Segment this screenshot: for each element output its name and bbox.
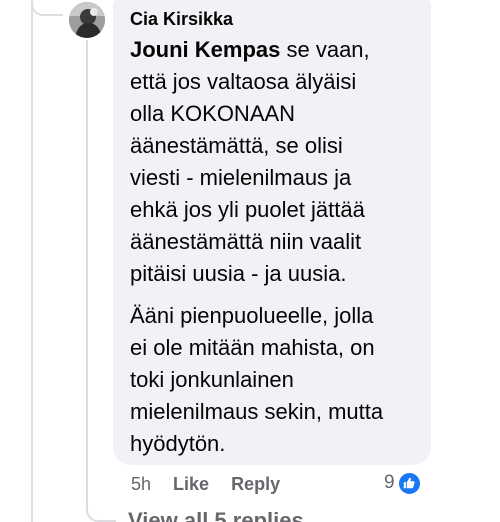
comment-line: mielenilmaus sekin, mutta [130, 399, 384, 424]
comment-line: Jouni Kempas se vaan, [130, 34, 417, 66]
comment-line: viesti - mielenilmaus ja [130, 165, 352, 190]
thread-connector-branch [31, 0, 63, 16]
reply-button[interactable]: Reply [231, 474, 280, 495]
profile-photo-icon [69, 2, 105, 38]
thread-connector-inner [86, 40, 88, 510]
comment-line-rest: se vaan, [280, 37, 370, 62]
comment-author[interactable]: Cia Kirsikka [130, 8, 417, 30]
comment-line: toki jonkunlainen [130, 367, 294, 392]
avatar[interactable] [69, 2, 105, 38]
comment-timestamp[interactable]: 5h [131, 474, 151, 495]
reaction-summary[interactable]: 9 [384, 470, 422, 496]
comment-actions: 5h Like Reply [131, 472, 302, 496]
comment-text: Jouni Kempas se vaan, että jos valtaosa … [130, 34, 417, 460]
comment-line: ehkä jos yli puolet jättää [130, 197, 365, 222]
comment-line: äänestämättä niin vaalit [130, 229, 362, 254]
thread-connector-inner-branch [86, 500, 116, 522]
comment-line: Ääni pienpuolueelle, jolla [130, 303, 374, 328]
like-button[interactable]: Like [173, 474, 209, 495]
reaction-count: 9 [384, 472, 395, 493]
comment-bubble: Cia Kirsikka Jouni Kempas se vaan, että … [113, 0, 431, 465]
comment-thread: Cia Kirsikka Jouni Kempas se vaan, että … [0, 0, 500, 522]
comment-line: pitäisi uusia - ja uusia. [130, 261, 347, 286]
comment-line: äänestämättä, se olisi [130, 133, 343, 158]
thumbs-up-icon [396, 470, 422, 496]
comment-line: ei ole mitään mahista, on [130, 335, 375, 360]
view-replies-link[interactable]: View all 5 replies [128, 508, 304, 522]
thread-connector-outer [31, 0, 33, 522]
mention-link[interactable]: Jouni Kempas [130, 37, 280, 62]
comment-line: että jos valtaosa älyäisi [130, 69, 357, 94]
comment-line: hyödytön. [130, 431, 226, 456]
comment-line: olla KOKONAAN [130, 101, 296, 126]
comment-paragraph-2: Ääni pienpuolueelle, jolla ei ole mitään… [130, 300, 417, 460]
